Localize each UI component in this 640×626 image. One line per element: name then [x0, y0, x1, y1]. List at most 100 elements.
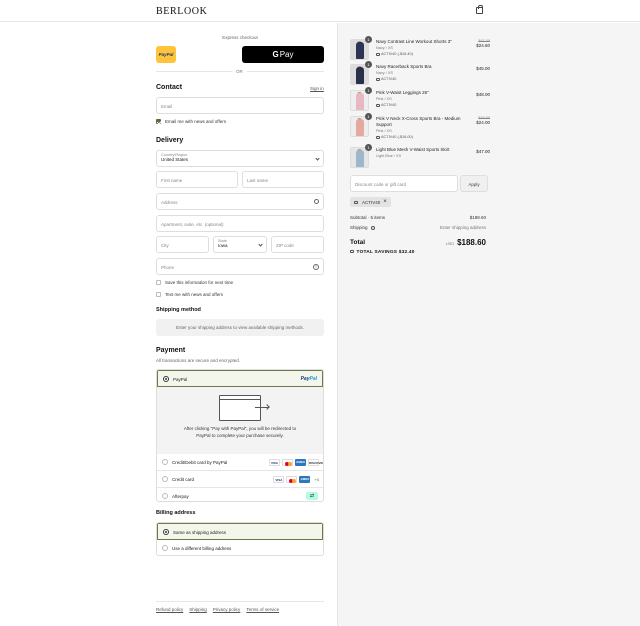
savings-label: TOTAL SAVINGS [356, 250, 398, 255]
google-pay-button[interactable]: G Pay [242, 46, 324, 63]
product-figure [356, 42, 364, 59]
city-field[interactable]: City [156, 236, 209, 253]
brand-logo[interactable]: BERLOOK [156, 6, 207, 17]
email-field[interactable]: Email [156, 97, 324, 114]
item-price: $40.00 $24.00 [476, 116, 490, 125]
save-info-checkbox[interactable] [156, 280, 161, 285]
new-price: $47.00 [476, 149, 490, 154]
item-name: Navy Contrast Line Workout Shorts 3" [376, 39, 452, 44]
browser-window-icon [219, 395, 261, 421]
subtotal-row: Subtotal · 5 items $188.60 [350, 215, 486, 220]
payment-option-afterpay[interactable]: Afterpay ⇄ [157, 488, 323, 501]
state-select[interactable]: State Iowa [213, 236, 267, 253]
mastercard-icon [286, 476, 298, 483]
quantity-badge: 1 [365, 113, 372, 120]
quantity-badge: 1 [365, 36, 372, 43]
payment-option-label: Afterpay [172, 494, 189, 499]
item-variant: Light Blue / XS [376, 154, 402, 158]
product-figure [356, 150, 364, 167]
billing-option-different[interactable]: Use a different billing address [157, 540, 323, 555]
sign-in-link[interactable]: Sign in [310, 86, 324, 91]
radio-paypal[interactable] [163, 376, 169, 382]
address-field[interactable]: Address [156, 193, 324, 210]
billing-option-label: Same as shipping address [173, 530, 227, 535]
radio-different-address[interactable] [162, 545, 168, 551]
save-info-label: Save this information for next time [165, 280, 234, 285]
item-variant: Pink / XS [376, 97, 392, 101]
radio-card-paypal[interactable] [162, 459, 168, 465]
applied-code: ACTIV40 [362, 199, 381, 205]
discover-icon: DISCOVER [308, 459, 324, 466]
help-icon[interactable]: ? [313, 264, 319, 270]
subtotal-value: $188.60 [469, 215, 486, 220]
first-name-field[interactable]: First name [156, 171, 238, 188]
google-g-icon: G [272, 50, 279, 59]
paypal-logo-icon: PayPal [300, 376, 317, 382]
shipping-row: Shipping Enter shipping address [350, 225, 486, 230]
radio-credit-card[interactable] [162, 476, 168, 482]
search-icon [314, 199, 319, 204]
apartment-field[interactable]: Apartment, suite, etc. (optional) [156, 215, 324, 232]
apply-button[interactable]: Apply [460, 175, 488, 192]
cart-item: 1 Navy Contrast Line Workout Shorts 3" N… [350, 36, 490, 61]
info-icon[interactable] [370, 225, 375, 230]
payment-option-credit-card[interactable]: Credit card VISA AMEX +4 [157, 471, 323, 488]
item-price: $41.00 $24.60 [476, 39, 490, 48]
zip-field[interactable]: ZIP code [271, 236, 324, 253]
discount-code-input[interactable]: Discount code or gift card [350, 175, 458, 192]
tag-icon [376, 52, 380, 56]
item-discount: ACTIV40 (-$16.00) [376, 135, 413, 139]
text-me-label: Text me with news and offers [165, 292, 223, 297]
close-icon[interactable]: × [383, 199, 387, 205]
billing-option-label: Use a different billing address [172, 546, 232, 551]
quantity-badge: 1 [365, 61, 372, 68]
item-variant: Pink / XS [376, 129, 392, 133]
refund-policy-link[interactable]: Refund policy [156, 607, 183, 612]
tag-icon [354, 200, 358, 204]
cart-item: 1 Light Blue Mesh V-Waist Sports Skirt L… [350, 144, 490, 169]
payment-title: Payment [156, 347, 186, 354]
phone-placeholder: Phone [161, 265, 175, 270]
total-value: $188.60 [457, 238, 486, 247]
shipping-value: Enter shipping address [439, 225, 486, 230]
new-price: $48.00 [476, 92, 490, 97]
product-figure [356, 93, 364, 110]
savings-value: $32.40 [398, 250, 415, 255]
total-savings: TOTAL SAVINGS $32.40 [350, 250, 415, 255]
text-me-checkbox[interactable] [156, 292, 161, 297]
last-name-field[interactable]: Last name [242, 171, 324, 188]
radio-afterpay[interactable] [162, 493, 168, 499]
item-discount: ACTIV40 [376, 77, 396, 81]
privacy-policy-link[interactable]: Privacy policy [213, 607, 241, 612]
payment-option-paypal[interactable]: PayPal PayPal [157, 370, 323, 387]
payment-option-card-paypal[interactable]: Credit/Debit card by PayPal VISA AMEX DI… [157, 454, 323, 471]
shipping-link[interactable]: Shipping [189, 607, 207, 612]
paypal-express-button[interactable]: PayPal [156, 46, 176, 63]
item-discount: ACTIV40 [376, 103, 396, 107]
cart-item: 1 Navy Racerback Sports Bra Navy / XS AC… [350, 61, 490, 86]
phone-field[interactable]: Phone ? [156, 258, 324, 275]
shipping-method-title: Shipping method [156, 307, 201, 313]
delivery-title: Delivery [156, 137, 184, 144]
country-select[interactable]: Country/Region United States [156, 150, 324, 167]
billing-option-same[interactable]: Same as shipping address [157, 523, 323, 540]
item-price: $45.00 [476, 66, 490, 71]
shipping-label: Shipping [350, 225, 368, 230]
item-variant: Navy / XS [376, 46, 393, 50]
new-price: $45.00 [476, 66, 490, 71]
radio-same-address[interactable] [163, 529, 169, 535]
payment-subtitle: All transactions are secure and encrypte… [156, 358, 241, 363]
currency-code: USD [446, 242, 455, 246]
item-name: Pink V Neck X-Cross Sports Bra - Medium … [376, 116, 461, 127]
news-checkbox[interactable] [156, 119, 161, 124]
afterpay-icon: ⇄ [306, 492, 318, 500]
terms-link[interactable]: Terms of service [246, 607, 279, 612]
item-name: Navy Racerback Sports Bra [376, 64, 432, 69]
payment-option-label: Credit/Debit card by PayPal [172, 460, 228, 465]
more-cards-count: +4 [314, 477, 319, 482]
shipping-placeholder-box: Enter your shipping address to view avai… [156, 319, 324, 336]
order-summary: 1 Navy Contrast Line Workout Shorts 3" N… [337, 23, 640, 626]
bag-icon[interactable] [476, 5, 483, 14]
express-checkout-label: Express checkout [222, 35, 258, 40]
news-checkbox-label: Email me with news and offers [165, 119, 226, 124]
